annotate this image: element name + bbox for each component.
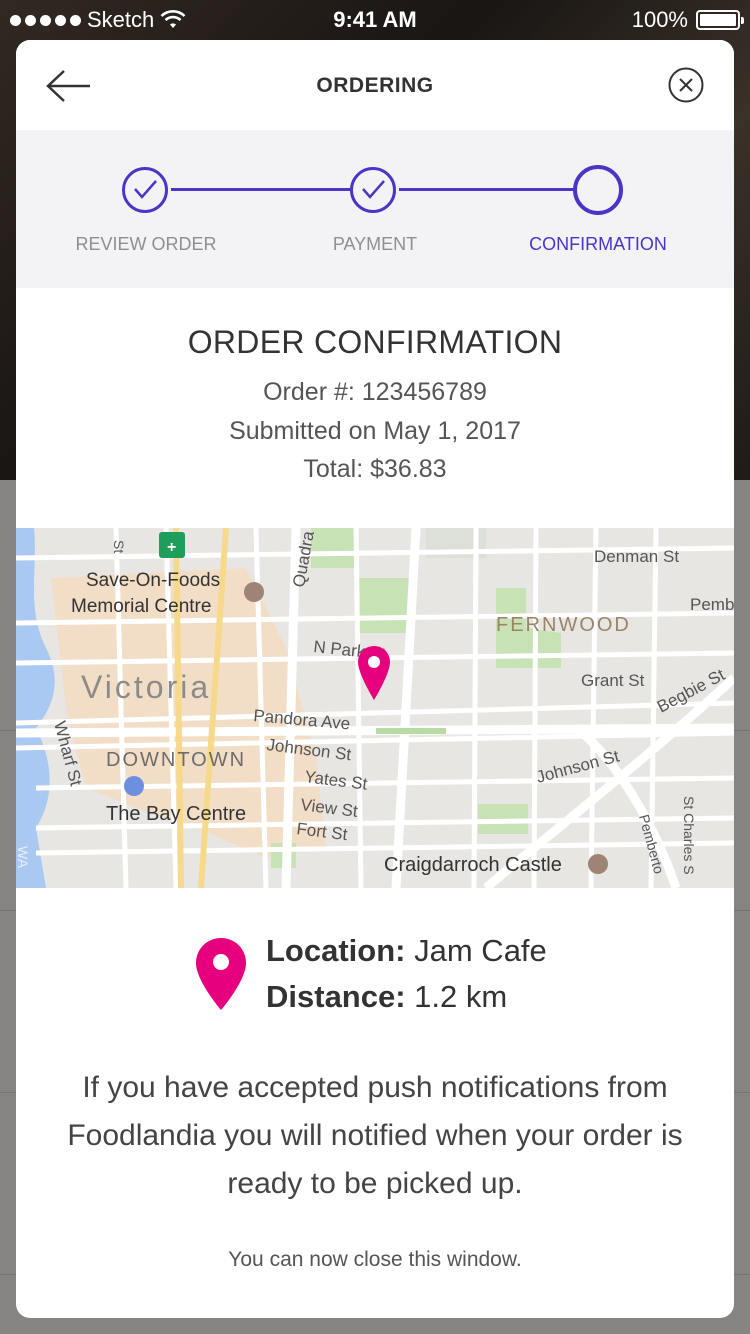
step-connector bbox=[171, 188, 353, 191]
map-label-memorial-centre: Memorial Centre bbox=[71, 596, 211, 617]
map-label-denman: Denman St bbox=[594, 547, 679, 566]
map-label-wa: WA bbox=[16, 846, 31, 869]
location-value: Jam Cafe bbox=[414, 933, 547, 968]
castle-icon bbox=[588, 854, 608, 874]
submitted-date: Submitted on May 1, 2017 bbox=[229, 417, 521, 445]
map-label-bay-centre: The Bay Centre bbox=[106, 803, 246, 825]
location-row: Location: Jam Cafe bbox=[266, 933, 547, 969]
header-title: ORDERING bbox=[316, 74, 434, 97]
map-label-victoria: Victoria bbox=[81, 669, 211, 705]
step-label-payment: PAYMENT bbox=[332, 234, 418, 254]
step-label-review: REVIEW ORDER bbox=[75, 234, 217, 254]
battery-icon bbox=[696, 10, 744, 30]
distance-label: Distance: bbox=[266, 979, 406, 1014]
battery-group: 100% bbox=[631, 7, 744, 33]
map-label-downtown: DOWNTOWN bbox=[106, 749, 246, 771]
map-label-st: St bbox=[111, 540, 127, 553]
location-label: Location: bbox=[266, 933, 406, 968]
battery-percent: 100% bbox=[631, 7, 688, 32]
map-label-craigdarroch: Craigdarroch Castle bbox=[384, 854, 562, 876]
order-number: Order #: 123456789 bbox=[263, 378, 487, 406]
checkmark-icon bbox=[362, 180, 385, 199]
svg-text:+: + bbox=[167, 539, 176, 556]
order-total: Total: $36.83 bbox=[303, 455, 447, 483]
close-window-note: You can now close this window. bbox=[228, 1248, 522, 1271]
distance-value: 1.2 km bbox=[414, 979, 508, 1014]
location-pin-icon bbox=[196, 938, 246, 1010]
ordering-modal: ORDERING REVIEW ORDER PAYMENT CONFIRMATI… bbox=[16, 40, 734, 1318]
step-label-confirmation: CONFIRMATION bbox=[529, 234, 667, 254]
step-confirmation-indicator bbox=[573, 165, 623, 215]
order-stepper: REVIEW ORDER PAYMENT CONFIRMATION bbox=[16, 130, 734, 288]
step-payment-indicator bbox=[350, 167, 396, 213]
map-label-save-on-foods: Save-On-Foods bbox=[86, 570, 220, 591]
shopping-icon bbox=[124, 776, 144, 796]
step-connector bbox=[399, 188, 575, 191]
confirmation-title: ORDER CONFIRMATION bbox=[187, 324, 563, 360]
status-bar: Sketch 9:41 AM 100% bbox=[0, 0, 750, 40]
map-label-st-charles: St Charles S bbox=[681, 796, 697, 875]
checkmark-icon bbox=[134, 180, 157, 199]
push-notification-notice: If you have accepted push notifications … bbox=[67, 1071, 683, 1200]
close-button[interactable] bbox=[668, 67, 704, 103]
stadium-icon bbox=[244, 582, 264, 602]
step-review-indicator bbox=[122, 167, 168, 213]
close-circle-icon bbox=[668, 67, 704, 103]
map-label-pemb: Pemb bbox=[690, 595, 734, 614]
map-park bbox=[311, 528, 356, 568]
modal-header: ORDERING bbox=[16, 40, 734, 130]
distance-row: Distance: 1.2 km bbox=[266, 979, 507, 1015]
map-park bbox=[356, 578, 411, 633]
location-map[interactable]: Save-On-Foods Memorial Centre Victoria D… bbox=[16, 528, 734, 888]
map-label-fernwood: FERNWOOD bbox=[496, 614, 631, 636]
map-label-grant: Grant St bbox=[581, 671, 645, 690]
map-park-strip bbox=[376, 728, 446, 734]
